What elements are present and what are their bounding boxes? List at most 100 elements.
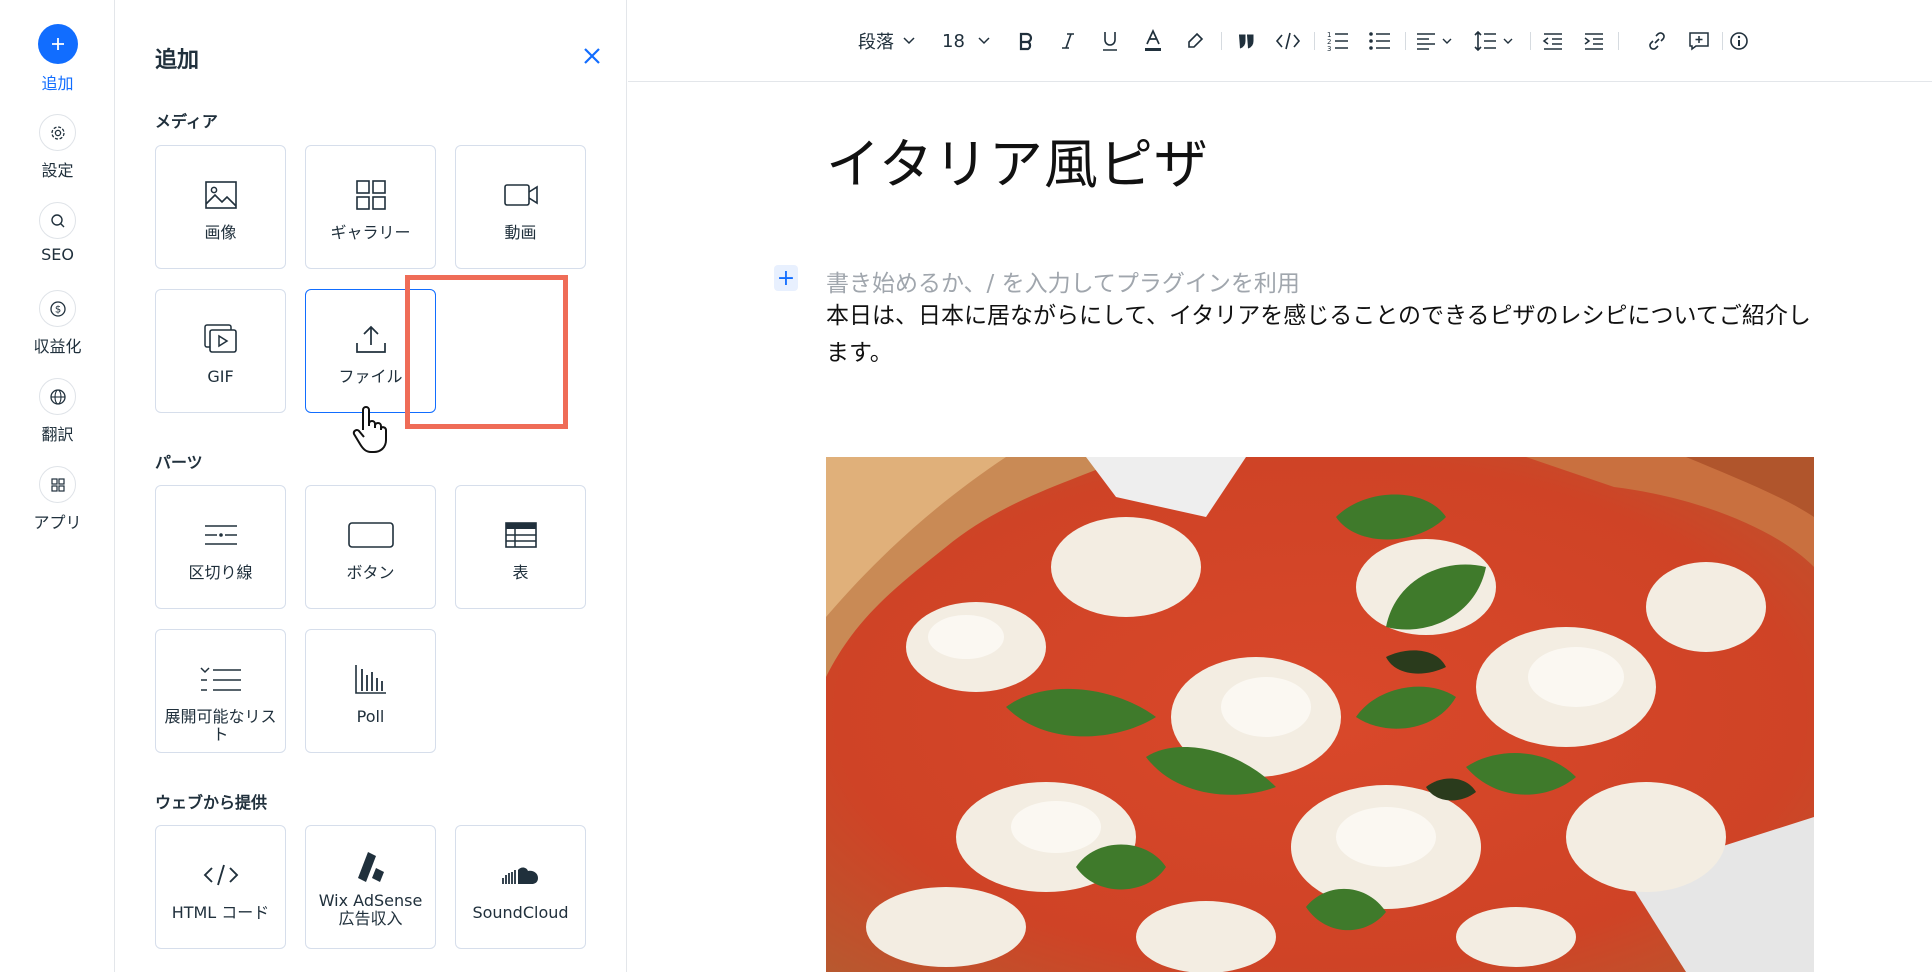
gif-icon <box>203 320 239 358</box>
underline-button[interactable] <box>1100 22 1120 60</box>
rail-item-settings[interactable]: 設定 <box>0 114 115 181</box>
info-icon <box>1730 32 1748 50</box>
rail-item-apps[interactable]: アプリ <box>0 466 115 533</box>
font-size-dropdown[interactable]: 18 <box>942 22 991 60</box>
toolbar-divider <box>1722 32 1723 50</box>
rail-item-monetize[interactable]: $ 収益化 <box>0 290 115 357</box>
quote-button[interactable] <box>1236 22 1256 60</box>
plus-icon <box>37 24 78 64</box>
paragraph-style-dropdown[interactable]: 段落 <box>858 22 916 60</box>
tile-label: Wix AdSense 広告収入 <box>318 891 423 928</box>
bold-icon <box>1019 32 1033 51</box>
chevron-down-icon <box>978 37 990 45</box>
upload-icon <box>354 320 388 358</box>
numbered-list-button[interactable]: 123 <box>1326 22 1350 60</box>
svg-text:3: 3 <box>1327 45 1331 52</box>
button-icon <box>347 516 395 554</box>
tile-html-code[interactable]: HTML コード <box>155 825 286 949</box>
tile-gallery[interactable]: ギャラリー <box>305 145 436 269</box>
tile-label: 表 <box>512 563 529 582</box>
tile-video[interactable]: 動画 <box>455 145 586 269</box>
pizza-photo <box>826 457 1814 972</box>
align-left-icon <box>1417 33 1435 50</box>
section-title-media: メディア <box>155 112 218 131</box>
info-button[interactable] <box>1729 22 1749 60</box>
line-spacing-dropdown[interactable] <box>1474 22 1514 60</box>
adsense-icon <box>354 848 388 886</box>
tile-table[interactable]: 表 <box>455 485 586 609</box>
tile-label: 区切り線 <box>188 563 253 582</box>
italic-button[interactable] <box>1058 22 1078 60</box>
collapsible-list-icon <box>199 660 243 698</box>
tile-label: 動画 <box>504 223 537 242</box>
bold-button[interactable] <box>1016 22 1036 60</box>
tile-adsense[interactable]: Wix AdSense 広告収入 <box>305 825 436 949</box>
increase-indent-button[interactable] <box>1583 22 1605 60</box>
table-icon <box>504 516 538 554</box>
decrease-indent-button[interactable] <box>1542 22 1564 60</box>
highlight-box <box>405 275 568 429</box>
bullet-list-icon <box>1369 32 1390 50</box>
left-rail: 追加 設定 SEO $ 収益化 翻訳 アプリ <box>0 0 115 972</box>
add-block-plus-icon[interactable]: + <box>774 265 798 291</box>
bullet-list-button[interactable] <box>1368 22 1392 60</box>
highlighter-icon <box>1188 32 1204 48</box>
tile-button[interactable]: ボタン <box>305 485 436 609</box>
toolbar-divider <box>1618 32 1619 50</box>
toolbar-divider <box>1405 32 1406 50</box>
rail-item-label: アプリ <box>33 513 82 532</box>
add-panel: 追加 メディア 画像 ギャラリー 動画 GIF ファイル パーツ 区切り線 ボタ… <box>115 0 627 972</box>
post-body-paragraph[interactable]: 本日は、日本に居ながらにして、イタリアを感じることのできるピザのレシピについてご… <box>826 298 1816 372</box>
toolbar-divider <box>1314 32 1315 50</box>
hand-cursor-icon <box>351 404 391 454</box>
poll-icon <box>354 660 388 698</box>
divider-icon <box>203 516 239 554</box>
section-title-parts: パーツ <box>155 453 203 472</box>
underline-icon <box>1103 32 1117 51</box>
toolbar-divider <box>1221 32 1222 50</box>
apps-icon <box>39 466 76 503</box>
soundcloud-icon <box>501 856 541 894</box>
text-color-button[interactable] <box>1143 22 1163 60</box>
tile-collapsible-list[interactable]: 展開可能なリスト <box>155 629 286 753</box>
add-comment-icon <box>1689 32 1709 51</box>
search-icon <box>39 202 76 239</box>
rail-item-seo[interactable]: SEO <box>0 202 115 264</box>
tile-gif[interactable]: GIF <box>155 289 286 413</box>
tile-poll[interactable]: Poll <box>305 629 436 753</box>
rail-item-label: 追加 <box>41 74 74 93</box>
rail-item-add[interactable]: 追加 <box>0 24 115 94</box>
tile-divider[interactable]: 区切り線 <box>155 485 286 609</box>
formatting-toolbar: 段落 18 123 <box>628 0 1932 82</box>
tile-soundcloud[interactable]: SoundCloud <box>455 825 586 949</box>
globe-icon <box>39 378 76 415</box>
panel-title: 追加 <box>155 48 200 73</box>
chevron-down-icon <box>1442 38 1452 44</box>
rail-item-translate[interactable]: 翻訳 <box>0 378 115 445</box>
chevron-down-icon <box>903 37 915 45</box>
post-title[interactable]: イタリア風ピザ <box>826 120 1209 199</box>
line-spacing-icon <box>1474 30 1496 52</box>
font-size-value: 18 <box>942 30 965 52</box>
highlight-button[interactable] <box>1185 22 1205 60</box>
link-button[interactable] <box>1647 22 1667 60</box>
alignment-dropdown[interactable] <box>1415 22 1453 60</box>
tile-label: ボタン <box>346 563 395 582</box>
toolbar-divider <box>1530 32 1531 50</box>
outdent-icon <box>1542 33 1562 50</box>
rail-item-label: 設定 <box>41 161 74 180</box>
tile-label: 画像 <box>204 223 237 242</box>
pizza-image[interactable] <box>826 457 1814 972</box>
tile-image[interactable]: 画像 <box>155 145 286 269</box>
close-icon[interactable] <box>580 44 604 68</box>
editor-placeholder[interactable]: 書き始めるか、/ を入力してプラグインを利用 <box>826 264 1300 298</box>
quote-icon <box>1239 34 1254 49</box>
dollar-icon: $ <box>39 290 76 327</box>
code-block-button[interactable] <box>1275 22 1301 60</box>
add-comment-button[interactable] <box>1688 22 1710 60</box>
link-icon <box>1649 32 1665 50</box>
chevron-down-icon <box>1503 38 1513 44</box>
paragraph-style-value: 段落 <box>858 32 894 53</box>
tile-label: GIF <box>207 367 234 386</box>
rail-item-label: SEO <box>41 245 74 264</box>
